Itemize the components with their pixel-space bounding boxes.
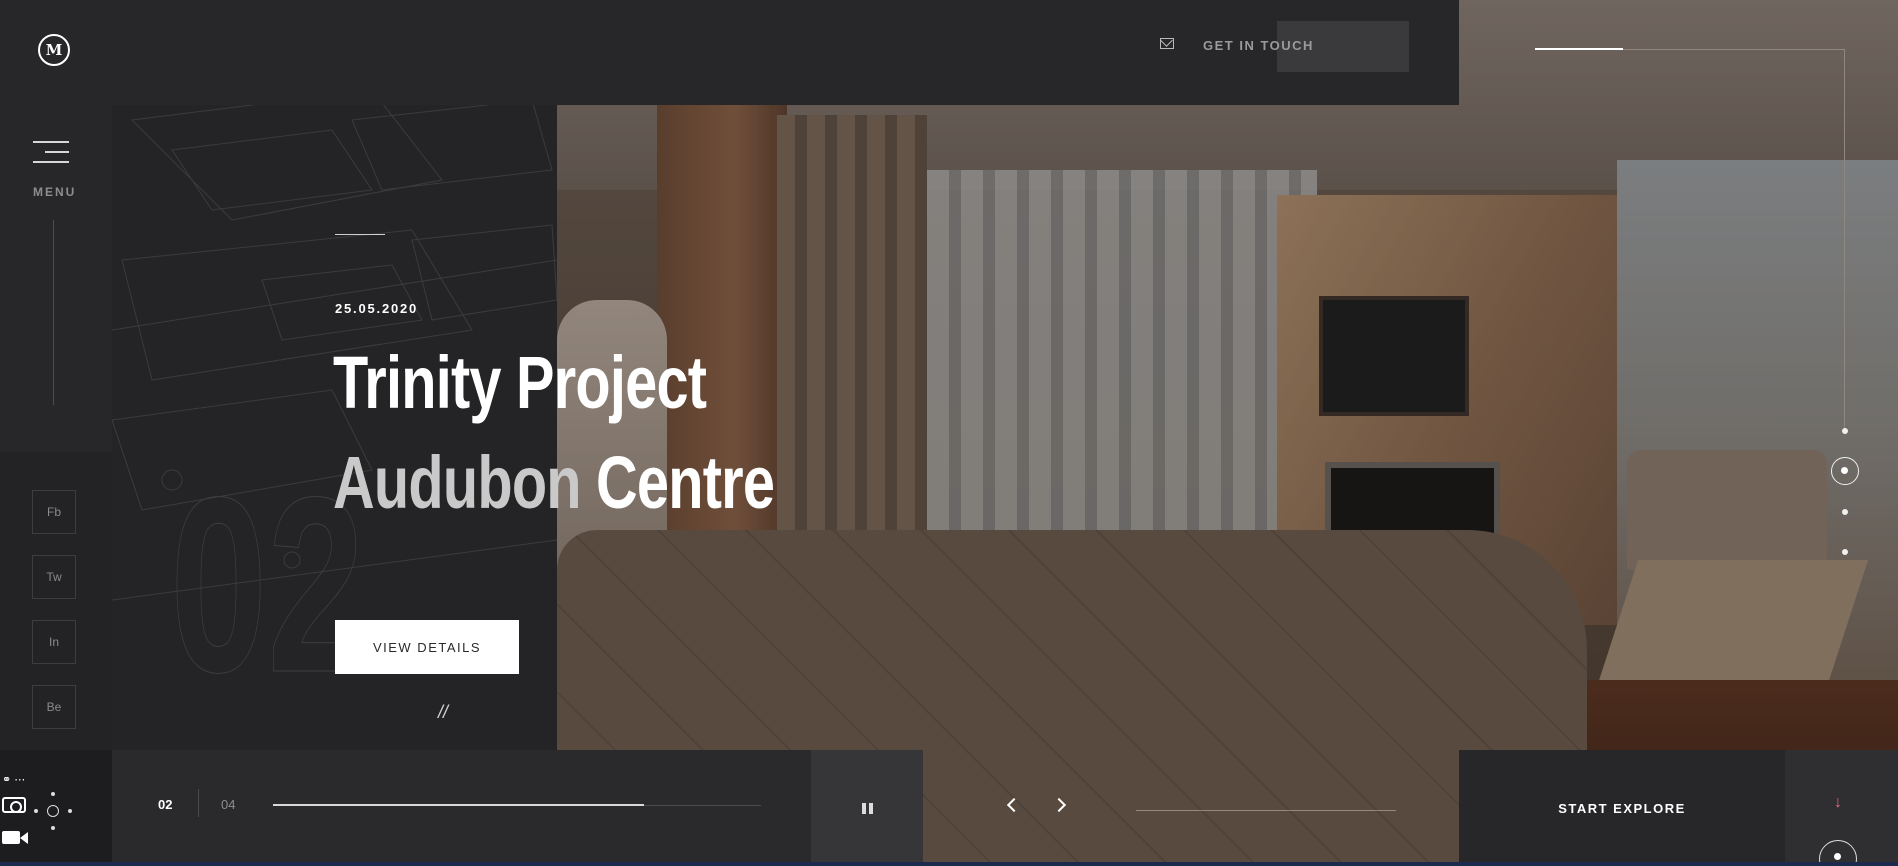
mail-icon — [1160, 38, 1174, 49]
start-explore-label: START EXPLORE — [1558, 800, 1686, 816]
arrow-down-icon[interactable]: ↓ — [1834, 794, 1842, 812]
slide-counter-total: 04 — [221, 797, 236, 812]
counter-divider — [198, 789, 199, 817]
video-camera-icon[interactable] — [2, 831, 28, 844]
menu-label[interactable]: MENU — [33, 185, 76, 199]
slide-dot-1[interactable] — [1842, 428, 1848, 434]
dial-icon[interactable] — [34, 792, 72, 830]
view-details-button[interactable]: VIEW DETAILS — [335, 620, 519, 674]
get-in-touch-link[interactable]: GET IN TOUCH — [1203, 38, 1314, 53]
title-word-dim: Audubon — [333, 441, 582, 524]
social-facebook-link[interactable]: Fb — [32, 490, 76, 534]
hamburger-icon[interactable] — [33, 141, 69, 167]
slide-progress-fill — [273, 804, 644, 806]
slide-dot-4[interactable] — [1842, 549, 1848, 555]
social-linkedin-link[interactable]: In — [32, 620, 76, 664]
rail-divider — [53, 220, 54, 405]
frame-line-accent — [1535, 48, 1623, 50]
hero-image — [557, 0, 1898, 866]
slide-counter-current: 02 — [158, 797, 173, 812]
slide-dot-3[interactable] — [1842, 509, 1848, 515]
nav-line — [1136, 810, 1396, 811]
pause-icon — [861, 802, 873, 814]
frame-line-right — [1844, 49, 1845, 429]
project-title-line2: Audubon Centre — [333, 440, 775, 525]
social-behance-link[interactable]: Be — [32, 685, 76, 729]
project-date: 25.05.2020 — [335, 301, 419, 316]
slide-dot-2-active[interactable] — [1831, 457, 1859, 485]
pause-button[interactable] — [811, 750, 923, 866]
title-rule — [335, 234, 385, 235]
bottom-accent-bar — [0, 862, 1898, 866]
start-explore-button[interactable]: START EXPLORE — [1459, 750, 1785, 866]
camera-icon[interactable] — [2, 797, 26, 813]
slash-divider: // — [438, 702, 449, 722]
link-more-icon[interactable]: ⚭ ⋯ — [2, 773, 25, 786]
social-twitter-link[interactable]: Tw — [32, 555, 76, 599]
title-word-bright: Centre — [596, 441, 775, 524]
logo-icon[interactable]: M — [38, 34, 70, 66]
slider-controls-bar — [112, 750, 811, 866]
project-title-line1: Trinity Project — [333, 341, 707, 424]
